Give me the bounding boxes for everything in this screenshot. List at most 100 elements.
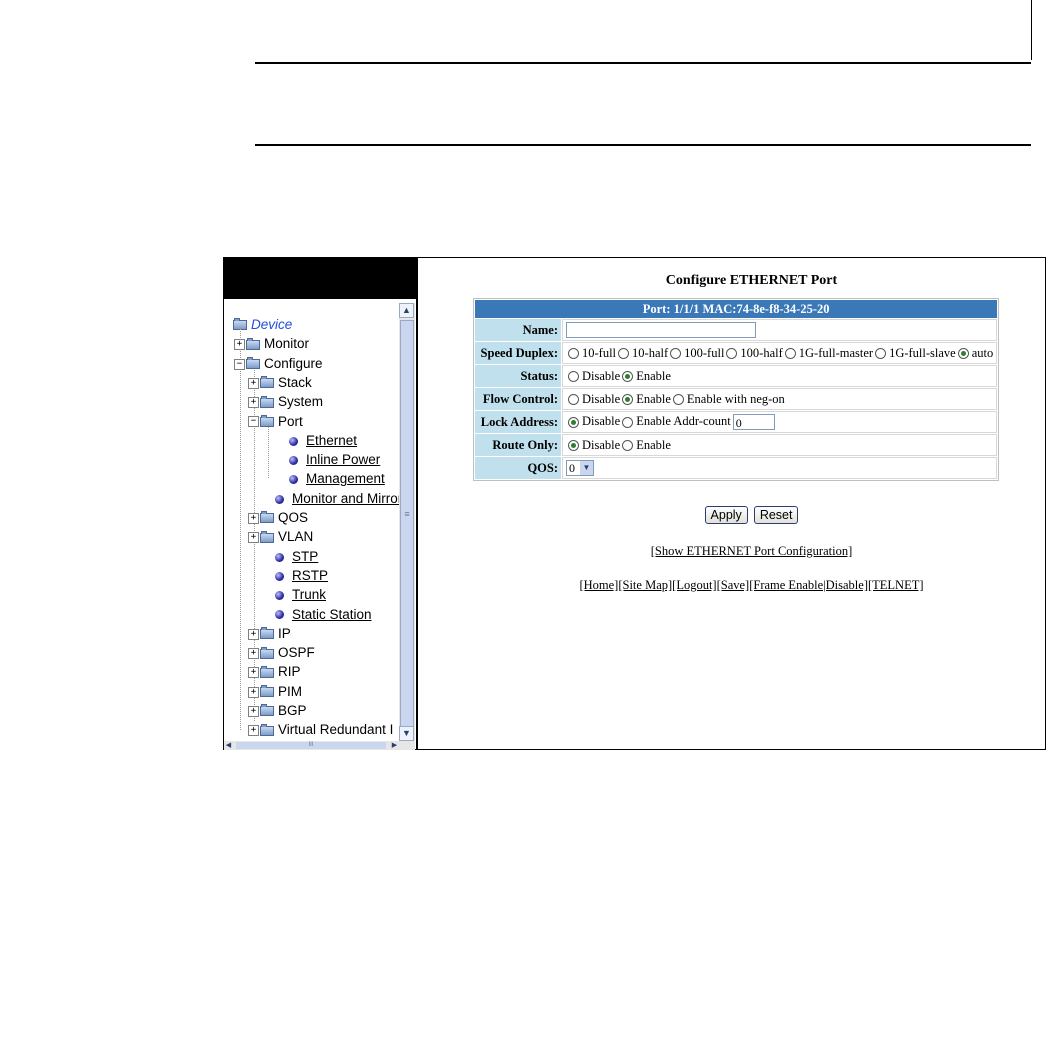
tree-item-label: IP [278,625,291,641]
page-title: Configure ETHERNET Port [665,273,838,288]
scroll-thumb[interactable]: ≡ [400,320,414,728]
route-only-radio-disable[interactable] [568,440,579,452]
table-row: Name: [475,319,998,341]
tree-item-vlan[interactable]: + VLAN [248,527,313,546]
expand-icon[interactable]: + [248,377,259,389]
tree-item-rip[interactable]: + RIP [248,662,301,681]
tree-item-virtual-redundant-i[interactable]: + Virtual Redundant I [248,720,393,739]
expand-icon[interactable]: + [248,725,259,737]
tree-item-monitor-and-mirror[interactable]: Monitor and Mirror [275,489,399,508]
expand-icon[interactable]: + [248,705,259,717]
folder-icon [260,646,274,659]
nav-links[interactable]: [Home][Site Map][Logout][Save][Frame Ena… [418,578,1048,593]
tree-item-pim[interactable]: + PIM [248,682,302,701]
tree-item-system[interactable]: + System [248,392,323,411]
status-radio-disable[interactable] [568,371,579,383]
tree-item-label: QOS [278,510,309,525]
tree-item-static-station[interactable]: Static Station [275,605,372,624]
speed-duplex-radio-10-half[interactable] [618,348,630,360]
tree-item-inline-power[interactable]: Inline Power [289,450,380,469]
browser-frame: Device + Monitor − Configure + Stack + System − Po… [223,257,1046,750]
collapse-icon[interactable]: − [248,416,259,428]
reset-button[interactable]: Reset [753,506,799,524]
flow-control-radio-enable-with-neg-on[interactable] [672,394,684,406]
addr-count-field[interactable]: 0 [732,414,775,431]
tree-item-trunk[interactable]: Trunk [275,585,326,604]
flow-control-radio-enable[interactable] [622,394,634,406]
speed-duplex-option-label: 10-half [632,345,669,360]
scroll-down-icon[interactable]: ▼ [399,726,414,741]
tree-root-device[interactable]: Device [233,315,292,334]
flow-control-radio-disable[interactable] [568,394,579,406]
tree-item-rstp[interactable]: RSTP [275,566,328,585]
table-row: Status: Disable Enable [475,365,998,387]
page-edge-line [1031,0,1032,60]
scroll-left-icon[interactable]: ◀ [224,741,233,750]
apply-button[interactable]: Apply [704,506,748,524]
tree-item-ip[interactable]: + IP [248,624,291,643]
bullet-icon [275,591,284,601]
name-field[interactable] [566,322,756,339]
expand-icon[interactable]: + [248,667,259,679]
nav-horizontal-scrollbar[interactable]: ◀ III ▶ [224,741,415,750]
show-config-link[interactable]: [Show ETHERNET Port Configuration] [418,544,1048,559]
route-only-radio-enable[interactable] [622,440,634,452]
speed-duplex-radio-auto[interactable] [957,348,969,360]
tree-item-monitor[interactable]: + Monitor [234,334,309,353]
lock-address-radio-enable[interactable] [622,416,634,428]
lock-address-radio-disable[interactable] [568,416,579,428]
collapse-icon[interactable]: − [234,358,245,370]
bullet-icon [275,494,284,504]
tree-item-ospf[interactable]: + OSPF [248,643,315,662]
expand-icon[interactable]: + [248,686,259,698]
lock-address-label: Lock Address: [475,411,561,433]
tree-item-stack[interactable]: + Stack [248,373,312,392]
nav-vertical-scrollbar[interactable]: ▲ ≡ ▼ [399,303,415,741]
tree-item-label: Static Station [292,606,372,622]
tree-item-ethernet[interactable]: Ethernet [289,431,357,450]
tree-item-label: OSPF [278,645,315,661]
expand-icon[interactable]: + [248,397,259,409]
tree-item-stp[interactable]: STP [275,547,318,566]
tree-item-qos[interactable]: + QOS [248,508,308,527]
bullet-icon [289,436,298,446]
qos-select[interactable]: 0 ▼ [566,460,594,477]
speed-duplex-option-label: 1G-full-slave [889,345,956,360]
status-label: Status: [475,365,561,387]
tree-item-label: Virtual Redundant I [278,722,394,738]
table-row: QOS: 0 ▼ [475,457,998,479]
status-radio-enable[interactable] [622,371,634,383]
speed-duplex-radio-100-half[interactable] [726,348,738,360]
hscroll-thumb[interactable]: III [236,742,386,749]
speed-duplex-radio-1g-full-master[interactable] [784,348,796,360]
tree-item-bgp[interactable]: + BGP [248,701,307,720]
tree-item-port[interactable]: − Port [248,412,303,431]
tree-item-configure[interactable]: − Configure [234,354,323,373]
scroll-up-icon[interactable]: ▲ [399,303,414,318]
tree-item-management[interactable]: Management [289,469,385,488]
expand-icon[interactable]: + [248,532,259,544]
nav-tree: Device + Monitor − Configure + Stack + System − Po… [224,303,399,743]
speed-duplex-radio-100-full[interactable] [670,348,682,360]
route-only-options: Disable Enable [562,434,998,456]
expand-icon[interactable]: + [248,648,259,660]
flow-control-options: Disable Enable Enable with neg-on [562,388,998,410]
speed-duplex-radio-10-full[interactable] [568,348,579,360]
folder-icon [260,395,274,408]
folder-icon [260,723,274,736]
bullet-icon [275,571,284,581]
speed-duplex-radio-1g-full-slave[interactable] [875,348,887,360]
tree-guide-line [240,328,241,730]
top-rule [255,62,1031,64]
route-only-option-label: Disable [582,437,621,452]
name-label: Name: [475,319,561,341]
scroll-right-icon[interactable]: ▶ [390,741,399,750]
tree-guide-line [268,425,269,478]
expand-icon[interactable]: + [248,628,259,640]
tree-item-label: PIM [278,683,303,699]
flow-control-option-label: Enable with neg-on [686,391,785,406]
tree-item-label: Monitor and Mirror [292,490,399,506]
bottom-rule [255,144,1031,146]
expand-icon[interactable]: + [234,339,245,351]
expand-icon[interactable]: + [248,512,259,524]
